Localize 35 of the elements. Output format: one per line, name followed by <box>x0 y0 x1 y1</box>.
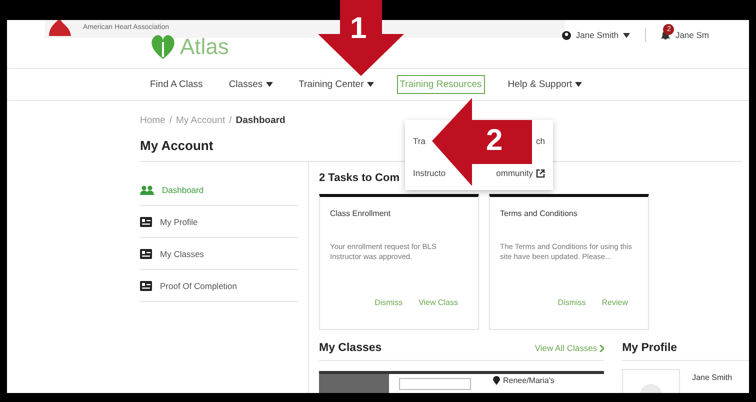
location-pin-icon <box>493 376 500 385</box>
users-icon <box>140 184 154 194</box>
menu-item-text[interactable]: Tra <box>413 136 426 146</box>
nav-tab[interactable]: Training Center <box>296 75 377 94</box>
profile-name: Jane Smith <box>692 372 732 384</box>
step-number: 1 <box>350 12 367 46</box>
section-heading: My Classes <box>319 342 382 354</box>
sidebar-item[interactable]: My Profile <box>140 206 298 238</box>
caret-icon <box>623 32 630 38</box>
menu-item-text[interactable]: Instructo <box>413 168 446 178</box>
menu-item-text[interactable]: ommunity <box>496 168 533 178</box>
nav-tab[interactable]: Help & Support <box>504 75 586 94</box>
card-title: Class Enrollment <box>330 209 392 218</box>
external-link-icon <box>536 168 545 178</box>
breadcrumb-separator: / <box>229 115 232 126</box>
id-card-icon <box>140 216 152 226</box>
sidebar-item[interactable]: My Classes <box>140 238 298 270</box>
tasks-heading: 2 Tasks to Com <box>319 172 400 186</box>
input-field <box>399 378 471 390</box>
logo-text: Atlas <box>180 34 229 60</box>
menu-item-text[interactable]: ch <box>536 136 545 146</box>
nav-tab[interactable]: Classes <box>226 75 276 94</box>
section-heading: My Profile <box>622 342 678 354</box>
id-card-icon <box>140 280 152 290</box>
nav-tab[interactable]: Find A Class <box>147 75 206 94</box>
user-name: Jane Sm <box>675 30 709 40</box>
breadcrumb-current: Dashboard <box>236 115 286 126</box>
sidebar-item[interactable]: Dashboard <box>140 174 298 206</box>
chevron-right-icon <box>599 344 604 352</box>
class-location: Renee/Maria's <box>503 376 554 385</box>
user-menu[interactable]: Jane Smith <box>576 30 618 40</box>
card-title: Terms and Conditions <box>500 209 578 218</box>
id-card-icon <box>140 248 152 258</box>
sidebar-item[interactable]: Proof Of Completion <box>140 270 298 302</box>
breadcrumb-separator: / <box>169 115 172 126</box>
